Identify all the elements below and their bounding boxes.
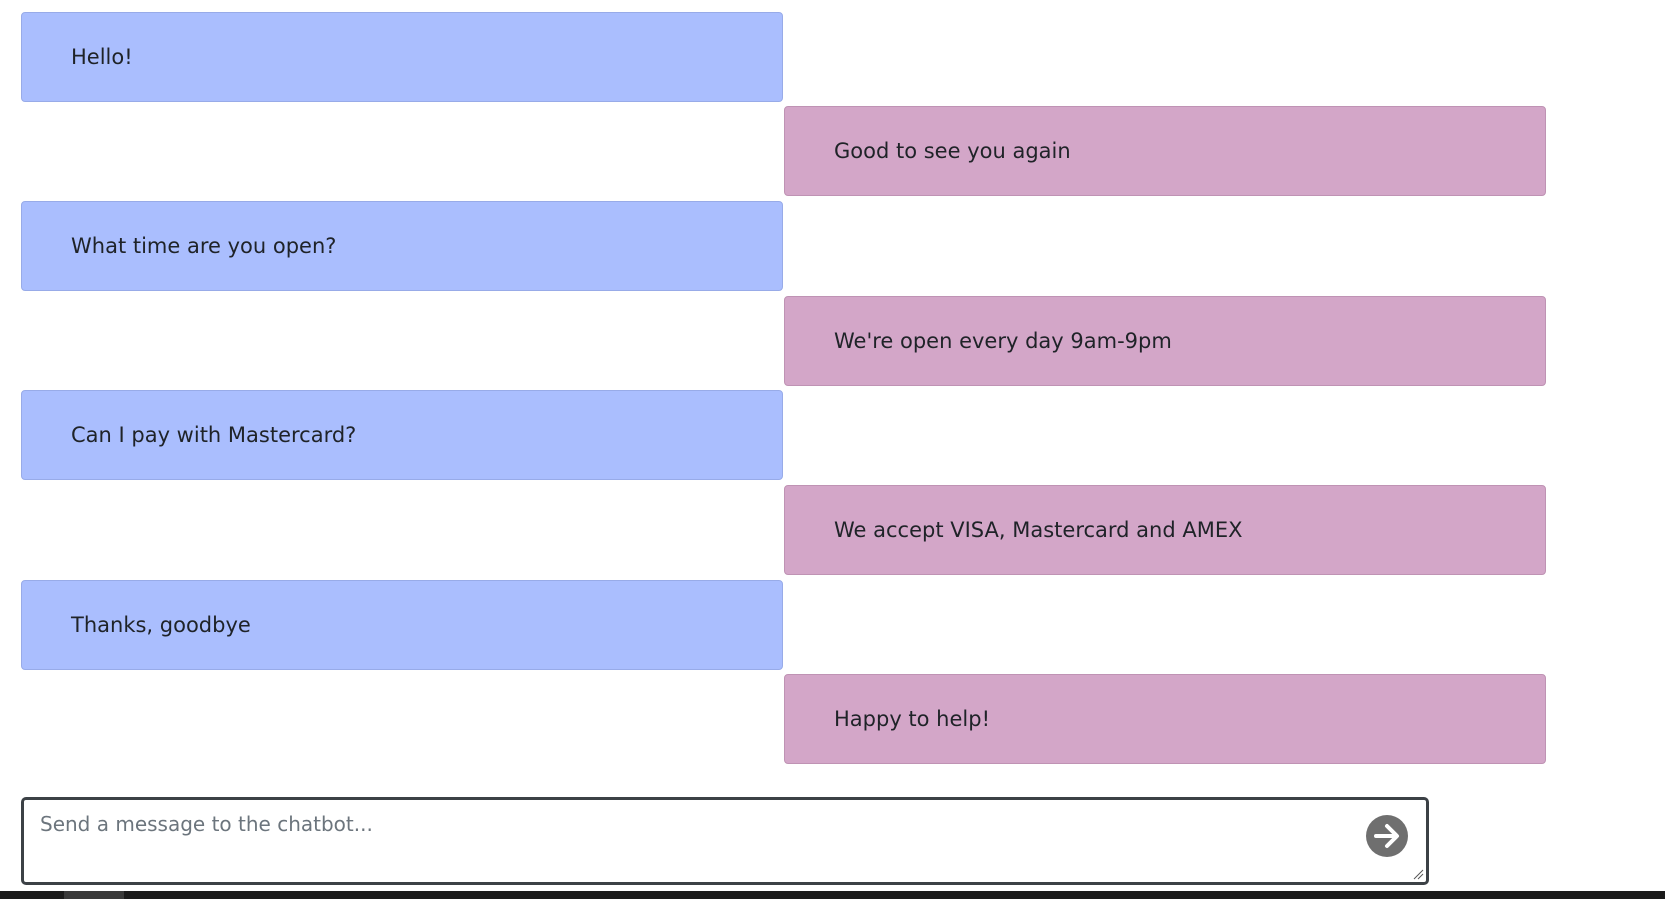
scrollbar-thumb[interactable] bbox=[64, 891, 124, 899]
horizontal-scrollbar[interactable] bbox=[0, 891, 1665, 899]
message-text: Happy to help! bbox=[834, 707, 990, 731]
message-input[interactable] bbox=[24, 800, 1426, 882]
send-button[interactable] bbox=[1366, 815, 1408, 857]
bot-message: We're open every day 9am-9pm bbox=[784, 296, 1546, 386]
user-message: Can I pay with Mastercard? bbox=[21, 390, 783, 480]
bot-message: We accept VISA, Mastercard and AMEX bbox=[784, 485, 1546, 575]
user-message: Hello! bbox=[21, 12, 783, 102]
message-text: Hello! bbox=[71, 45, 133, 69]
chat-log: Hello! Good to see you again What time a… bbox=[0, 0, 1665, 790]
message-text: Thanks, goodbye bbox=[71, 613, 251, 637]
message-composer bbox=[21, 797, 1429, 885]
user-message: What time are you open? bbox=[21, 201, 783, 291]
resize-handle-icon[interactable] bbox=[1412, 868, 1424, 880]
arrow-right-circle-icon bbox=[1367, 816, 1407, 856]
bot-message: Good to see you again bbox=[784, 106, 1546, 196]
message-text: Good to see you again bbox=[834, 139, 1071, 163]
message-text: What time are you open? bbox=[71, 234, 337, 258]
message-text: We're open every day 9am-9pm bbox=[834, 329, 1172, 353]
message-text: Can I pay with Mastercard? bbox=[71, 423, 357, 447]
message-text: We accept VISA, Mastercard and AMEX bbox=[834, 518, 1243, 542]
user-message: Thanks, goodbye bbox=[21, 580, 783, 670]
bot-message: Happy to help! bbox=[784, 674, 1546, 764]
